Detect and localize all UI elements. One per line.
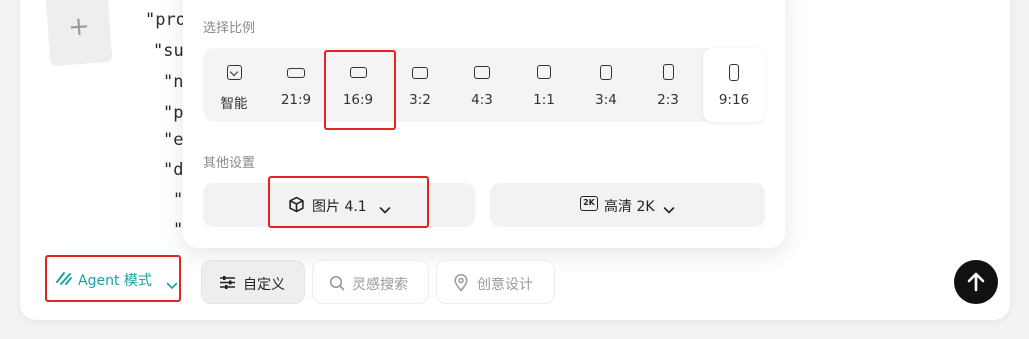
json-text-line: "pro <box>145 10 186 30</box>
settings-popup: 选择比例 智能 21:9 16:9 3:2 4:3 1:1 3:4 2:3 9:… <box>183 0 785 248</box>
json-text-line: "p <box>163 103 184 123</box>
json-text-line: "su <box>153 41 184 61</box>
creative-design-button[interactable]: 创意设计 <box>436 260 555 304</box>
json-text-line: " <box>173 220 184 240</box>
ratio-shape-icon <box>537 65 551 79</box>
quality-select-value: 高清 2K <box>604 199 655 215</box>
ratio-shape-icon <box>287 68 305 78</box>
model-select[interactable]: 图片 4.1 <box>203 183 475 227</box>
json-text-line: "e <box>163 130 184 150</box>
ratio-shape-icon <box>663 64 674 80</box>
ratio-option-16-9[interactable]: 16:9 <box>327 48 389 122</box>
chevron-down-icon <box>379 200 391 219</box>
agent-mode-button[interactable]: Agent 模式 <box>45 255 180 301</box>
agent-icon <box>55 270 73 290</box>
inspiration-search-label: 灵感搜索 <box>352 277 408 293</box>
json-text-line: "d <box>163 160 184 180</box>
ratio-option-label: 3:2 <box>409 92 431 108</box>
sliders-icon <box>219 275 236 294</box>
ratio-option-label: 智能 <box>220 96 248 112</box>
arrow-up-icon <box>966 271 986 297</box>
ratio-option-3-4[interactable]: 3:4 <box>575 48 637 122</box>
inspiration-search-button[interactable]: 灵感搜索 <box>312 260 429 304</box>
ratio-shape-icon <box>600 65 612 80</box>
ratio-shape-icon <box>474 66 490 79</box>
2k-badge-icon: 2K <box>580 196 598 211</box>
location-pin-icon <box>454 273 468 296</box>
ratio-option-9-16[interactable]: 9:16 <box>703 48 765 122</box>
json-text-line: " <box>173 190 184 210</box>
ratio-shape-icon <box>412 67 428 79</box>
ratio-option-3-2[interactable]: 3:2 <box>389 48 451 122</box>
ratio-option-label: 4:3 <box>471 92 493 108</box>
model-select-value: 图片 4.1 <box>312 199 367 215</box>
ratio-option-1-1[interactable]: 1:1 <box>513 48 575 122</box>
plus-icon: + <box>67 11 91 43</box>
ratio-option-label: 1:1 <box>533 92 555 108</box>
search-icon <box>329 275 345 295</box>
send-button[interactable] <box>954 260 998 304</box>
ratio-option-label: 16:9 <box>342 92 374 108</box>
chevron-down-icon <box>663 200 675 219</box>
ratio-option-label: 21:9 <box>280 92 312 108</box>
ratio-option-smart[interactable]: 智能 <box>203 48 265 122</box>
cube-icon <box>288 196 305 217</box>
ratio-shape-icon <box>350 67 367 78</box>
ratio-selector: 智能 21:9 16:9 3:2 4:3 1:1 3:4 2:3 9:16 <box>203 48 765 122</box>
page: "pro "su "n "p "e "d " " + 选择比例 智能 21:9 … <box>0 0 1029 339</box>
smart-ratio-icon <box>227 65 242 80</box>
json-text-line: "n <box>163 72 184 92</box>
chevron-down-icon <box>166 275 178 294</box>
ratio-option-2-3[interactable]: 2:3 <box>637 48 699 122</box>
ratio-shape-icon <box>729 64 739 81</box>
ratio-option-4-3[interactable]: 4:3 <box>451 48 513 122</box>
custom-button[interactable]: 自定义 <box>201 260 305 304</box>
ratio-option-label: 9:16 <box>718 92 750 108</box>
quality-select[interactable]: 2K 高清 2K <box>490 183 765 227</box>
ratio-option-21-9[interactable]: 21:9 <box>265 48 327 122</box>
other-settings-label: 其他设置 <box>203 156 256 171</box>
upload-image-button[interactable]: + <box>45 0 113 67</box>
ratio-option-label: 2:3 <box>657 92 679 108</box>
agent-mode-label: Agent 模式 <box>78 273 152 289</box>
creative-design-label: 创意设计 <box>477 277 533 293</box>
ratio-option-label: 3:4 <box>595 92 617 108</box>
custom-label: 自定义 <box>243 277 285 293</box>
ratio-section-label: 选择比例 <box>203 21 256 36</box>
